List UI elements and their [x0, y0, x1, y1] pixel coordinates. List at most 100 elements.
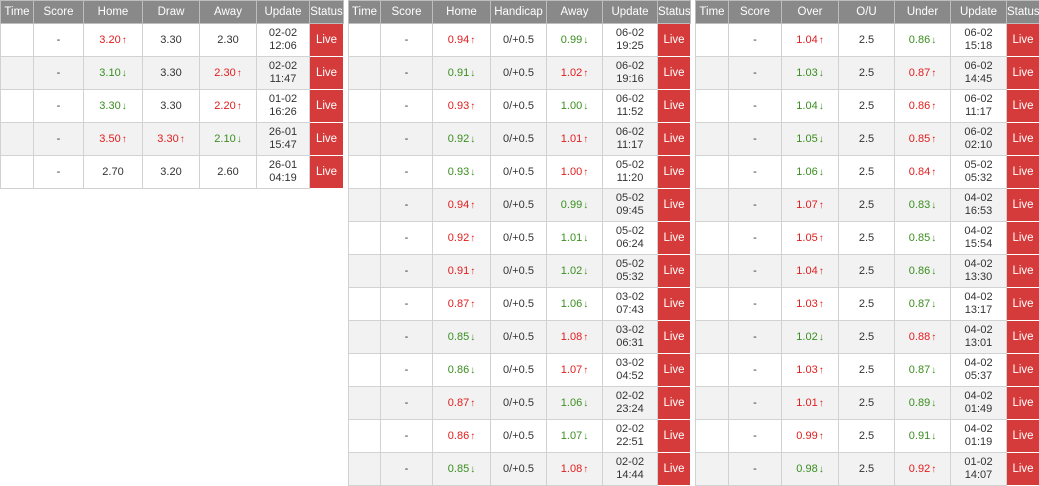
- live-status-button[interactable]: Live: [658, 420, 691, 453]
- time-cell: [696, 321, 729, 354]
- live-status-button[interactable]: Live: [658, 90, 691, 123]
- arrow-down-icon: ↓: [931, 266, 936, 277]
- line-cell: 0/+0.5: [491, 255, 547, 288]
- live-status-button[interactable]: Live: [658, 123, 691, 156]
- odds-value: 1.00: [561, 100, 582, 112]
- live-status-button[interactable]: Live: [1007, 57, 1039, 90]
- odds-value: 2.5: [859, 166, 874, 178]
- away-odds-cell: 0.89↓: [895, 387, 951, 420]
- live-status-button[interactable]: Live: [658, 24, 691, 57]
- live-status-button[interactable]: Live: [1007, 288, 1039, 321]
- away-odds-cell: 0.92↑: [895, 453, 951, 486]
- odds-value: 0.86: [909, 100, 930, 112]
- odds-value: 0/+0.5: [503, 199, 534, 211]
- update-date: 04-02: [951, 258, 1006, 271]
- update-time: 13:01: [951, 337, 1006, 350]
- live-status-button[interactable]: Live: [310, 57, 344, 90]
- arrow-down-icon: ↓: [470, 134, 475, 145]
- update-date: 05-02: [603, 159, 657, 172]
- update-cell: 02-0223:24: [603, 387, 658, 420]
- odds-value: 0.92: [909, 463, 930, 475]
- update-date: 26-01: [257, 159, 309, 172]
- column-header-under: Under: [895, 1, 951, 24]
- live-status-button[interactable]: Live: [310, 156, 344, 189]
- update-cell: 06-0215:18: [951, 24, 1007, 57]
- column-header-time: Time: [349, 1, 381, 24]
- table-header-row: TimeScoreHomeHandicapAwayUpdateStatus: [349, 1, 691, 24]
- home-odds-cell: 1.01↑: [782, 387, 839, 420]
- odds-value: 2.5: [859, 67, 874, 79]
- odds-value: 2.5: [859, 265, 874, 277]
- live-status-button[interactable]: Live: [658, 57, 691, 90]
- score-cell: -: [34, 156, 84, 189]
- live-status-button[interactable]: Live: [1007, 222, 1039, 255]
- odds-value: 2.5: [859, 298, 874, 310]
- live-status-button[interactable]: Live: [1007, 453, 1039, 486]
- score-cell: -: [729, 420, 782, 453]
- live-status-button[interactable]: Live: [1007, 90, 1039, 123]
- live-status-button[interactable]: Live: [658, 321, 691, 354]
- live-status-button[interactable]: Live: [658, 288, 691, 321]
- arrow-up-icon: ↑: [470, 101, 475, 112]
- live-status-button[interactable]: Live: [658, 387, 691, 420]
- time-cell: [1, 156, 34, 189]
- live-status-button[interactable]: Live: [1007, 255, 1039, 288]
- live-status-button[interactable]: Live: [310, 123, 344, 156]
- column-header-time: Time: [1, 1, 34, 24]
- score-cell: -: [729, 255, 782, 288]
- line-cell: 0/+0.5: [491, 57, 547, 90]
- table-row: -0.94↑0/+0.50.99↓05-0209:45Live: [349, 189, 691, 222]
- live-status-button[interactable]: Live: [1007, 420, 1039, 453]
- live-status-button[interactable]: Live: [658, 222, 691, 255]
- odds-value: 0.91: [448, 265, 469, 277]
- odds-value: 3.30: [160, 100, 181, 112]
- table-row: -0.93↓0/+0.51.00↑05-0211:20Live: [349, 156, 691, 189]
- live-status-button[interactable]: Live: [658, 255, 691, 288]
- away-odds-cell: 1.00↑: [547, 156, 603, 189]
- live-status-button[interactable]: Live: [658, 156, 691, 189]
- live-status-button[interactable]: Live: [658, 354, 691, 387]
- score-cell: -: [381, 123, 433, 156]
- score-cell: -: [381, 321, 433, 354]
- odds-value: 1.08: [561, 463, 582, 475]
- time-cell: [349, 189, 381, 222]
- update-time: 15:47: [257, 139, 309, 152]
- column-header-update: Update: [603, 1, 658, 24]
- live-status-button[interactable]: Live: [1007, 156, 1039, 189]
- score-cell: -: [381, 90, 433, 123]
- live-status-button[interactable]: Live: [1007, 387, 1039, 420]
- update-cell: 04-0213:30: [951, 255, 1007, 288]
- update-cell: 04-0215:54: [951, 222, 1007, 255]
- away-odds-cell: 1.06↓: [547, 387, 603, 420]
- column-header-score: Score: [381, 1, 433, 24]
- live-status-button[interactable]: Live: [310, 24, 344, 57]
- live-status-button[interactable]: Live: [310, 90, 344, 123]
- update-time: 12:06: [257, 40, 309, 53]
- table-row: -1.02↓2.50.88↑04-0213:01Live: [696, 321, 1039, 354]
- table-row: -1.05↓2.50.85↑06-0202:10Live: [696, 123, 1039, 156]
- time-cell: [349, 255, 381, 288]
- update-time: 11:17: [951, 106, 1006, 119]
- away-odds-cell: 1.08↑: [547, 453, 603, 486]
- live-status-button[interactable]: Live: [1007, 24, 1039, 57]
- update-date: 05-02: [603, 225, 657, 238]
- update-time: 14:44: [603, 469, 657, 482]
- odds-value: 1.08: [561, 331, 582, 343]
- home-odds-cell: 1.03↑: [782, 288, 839, 321]
- column-header-score: Score: [729, 1, 782, 24]
- live-status-button[interactable]: Live: [1007, 123, 1039, 156]
- score-cell: -: [729, 354, 782, 387]
- live-status-button[interactable]: Live: [1007, 354, 1039, 387]
- time-cell: [696, 189, 729, 222]
- live-status-button[interactable]: Live: [658, 453, 691, 486]
- home-odds-cell: 3.10↓: [84, 57, 143, 90]
- column-header-update: Update: [951, 1, 1007, 24]
- table-row: -0.87↑0/+0.51.06↓03-0207:43Live: [349, 288, 691, 321]
- arrow-up-icon: ↑: [819, 233, 824, 244]
- update-time: 01:19: [951, 436, 1006, 449]
- column-header-status: Status: [658, 1, 691, 24]
- live-status-button[interactable]: Live: [1007, 321, 1039, 354]
- live-status-button[interactable]: Live: [1007, 189, 1039, 222]
- update-date: 02-02: [603, 456, 657, 469]
- live-status-button[interactable]: Live: [658, 189, 691, 222]
